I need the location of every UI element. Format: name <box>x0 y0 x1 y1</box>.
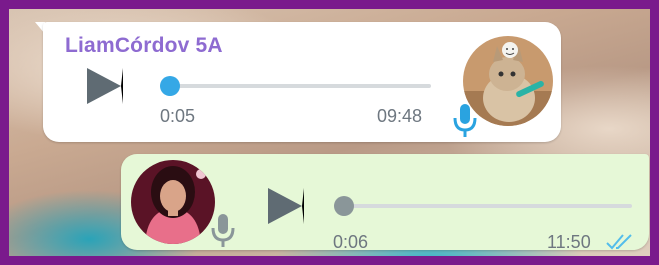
profile-photo <box>131 160 215 244</box>
chat-window: LiamCórdov 5A 0:05 09:48 0:06 11:50 <box>9 9 650 256</box>
microphone-icon <box>453 104 477 137</box>
microphone-icon <box>211 214 235 247</box>
audio-progress-track[interactable] <box>334 196 632 216</box>
my-avatar[interactable] <box>131 160 215 244</box>
play-button[interactable] <box>268 188 304 224</box>
play-button[interactable] <box>87 68 123 104</box>
sender-name[interactable]: LiamCórdov 5A <box>65 34 223 58</box>
audio-progress-track[interactable] <box>160 76 431 96</box>
audio-current-time: 0:06 <box>333 232 369 252</box>
message-timestamp: 11:50 <box>547 232 591 252</box>
message-timestamp: 09:48 <box>377 106 423 126</box>
double-check-icon <box>606 234 632 250</box>
outgoing-voice-message[interactable]: 0:06 11:50 <box>121 154 649 252</box>
audio-current-time: 0:05 <box>160 106 196 126</box>
audio-seek-handle[interactable] <box>160 76 180 96</box>
audio-seek-handle[interactable] <box>334 196 354 216</box>
incoming-voice-message[interactable]: LiamCórdov 5A 0:05 09:48 <box>43 22 561 142</box>
